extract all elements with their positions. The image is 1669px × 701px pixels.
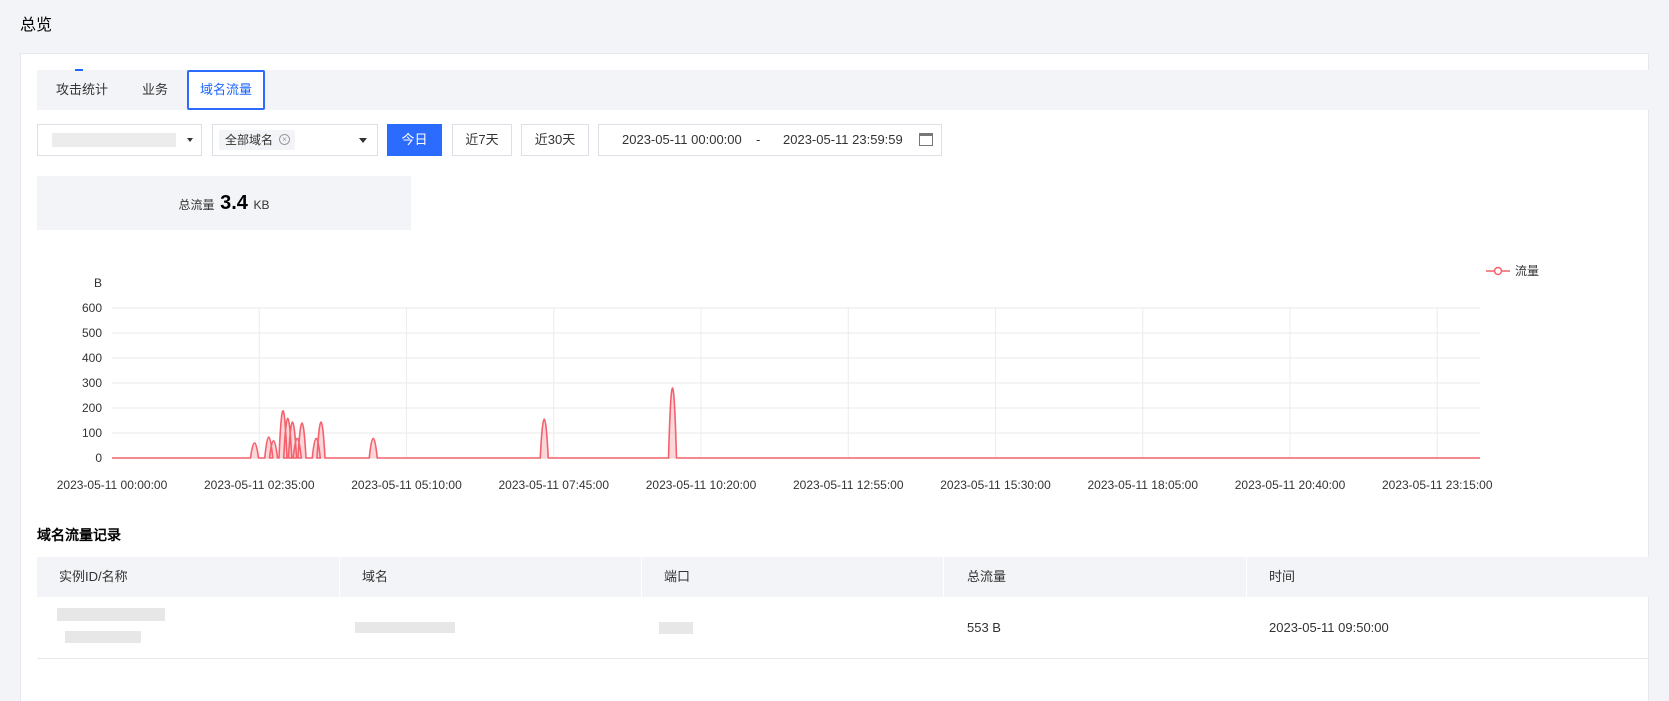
y-tick-label: 100 bbox=[82, 426, 102, 440]
y-axis-label: B bbox=[94, 276, 102, 290]
row-time: 2023-05-11 09:50:00 bbox=[1269, 597, 1389, 659]
date-start[interactable]: 2023-05-11 00:00:00 bbox=[622, 125, 742, 155]
main-card: 攻击统计 业务 域名流量 全部域名 × 今日 近7天 近30天 2023-05-… bbox=[20, 53, 1649, 701]
row-traffic: 553 B bbox=[967, 597, 1001, 659]
records-title: 域名流量记录 bbox=[37, 525, 121, 545]
col-divider bbox=[943, 557, 944, 597]
filter-bar: 全部域名 × 今日 近7天 近30天 2023-05-11 00:00:00 -… bbox=[37, 124, 1237, 156]
last-30-days-button[interactable]: 近30天 bbox=[521, 124, 589, 156]
last-7-days-button[interactable]: 近7天 bbox=[452, 124, 512, 156]
y-tick-label: 400 bbox=[82, 351, 102, 365]
x-tick-label: 2023-05-11 02:35:00 bbox=[204, 478, 315, 492]
summary-label: 总流量 bbox=[178, 198, 214, 212]
y-tick-label: 0 bbox=[95, 451, 102, 465]
y-tick-label: 600 bbox=[82, 301, 102, 315]
summary-unit: KB bbox=[254, 198, 270, 212]
series-line bbox=[112, 388, 1480, 458]
blurred-instance-id bbox=[57, 608, 165, 621]
blurred-instance bbox=[52, 133, 176, 147]
legend-marker bbox=[1495, 268, 1502, 275]
summary-value: 3.4 bbox=[220, 192, 248, 214]
page-title: 总览 bbox=[20, 11, 52, 35]
x-tick-label: 2023-05-11 00:00:00 bbox=[57, 478, 168, 492]
traffic-chart: 0 100 200 300 400 500 600 B 2023-05-11 00:00:00 2… bbox=[21, 249, 1650, 509]
col-instance: 实例ID/名称 bbox=[59, 557, 128, 597]
tab-attack-stats[interactable]: 攻击统计 bbox=[56, 70, 108, 110]
tab-domain-traffic[interactable]: 域名流量 bbox=[187, 70, 265, 110]
legend-label: 流量 bbox=[1515, 264, 1539, 278]
col-divider bbox=[1246, 557, 1247, 597]
col-traffic: 总流量 bbox=[967, 557, 1006, 597]
today-button[interactable]: 今日 bbox=[387, 124, 442, 156]
date-range-picker[interactable]: 2023-05-11 00:00:00 - 2023-05-11 23:59:5… bbox=[598, 124, 942, 156]
y-tick-label: 300 bbox=[82, 376, 102, 390]
col-time: 时间 bbox=[1269, 557, 1295, 597]
x-tick-label: 2023-05-11 12:55:00 bbox=[793, 478, 904, 492]
date-end[interactable]: 2023-05-11 23:59:59 bbox=[783, 125, 903, 155]
x-tick-label: 2023-05-11 20:40:00 bbox=[1235, 478, 1346, 492]
x-tick-label: 2023-05-11 15:30:00 bbox=[940, 478, 1051, 492]
x-tick-label: 2023-05-11 05:10:00 bbox=[351, 478, 462, 492]
table-header: 实例ID/名称 域名 端口 总流量 时间 bbox=[37, 557, 1649, 597]
x-tick-label: 2023-05-11 07:45:00 bbox=[498, 478, 609, 492]
x-tick-label: 2023-05-11 10:20:00 bbox=[646, 478, 757, 492]
total-traffic-summary: 总流量 3.4 KB bbox=[37, 176, 411, 230]
blurred-instance-name bbox=[65, 631, 141, 643]
date-separator: - bbox=[756, 125, 760, 155]
col-port: 端口 bbox=[664, 557, 690, 597]
x-tick-label: 2023-05-11 18:05:00 bbox=[1087, 478, 1198, 492]
y-tick-label: 500 bbox=[82, 326, 102, 340]
tab-bar: 攻击统计 业务 域名流量 bbox=[37, 70, 1649, 110]
blurred-domain bbox=[355, 622, 455, 633]
calendar-icon[interactable] bbox=[919, 133, 933, 146]
chevron-down-icon bbox=[359, 138, 367, 143]
chevron-down-icon bbox=[187, 138, 193, 142]
x-tick-label: 2023-05-11 23:15:00 bbox=[1382, 478, 1493, 492]
tab-business[interactable]: 业务 bbox=[142, 70, 168, 110]
col-divider bbox=[641, 557, 642, 597]
instance-select[interactable] bbox=[37, 124, 202, 156]
col-divider bbox=[339, 557, 340, 597]
table-row: 553 B 2023-05-11 09:50:00 bbox=[37, 597, 1649, 659]
domain-chip-label: 全部域名 bbox=[225, 133, 273, 147]
col-domain: 域名 bbox=[362, 557, 388, 597]
domain-chip: 全部域名 × bbox=[219, 130, 295, 150]
y-tick-label: 200 bbox=[82, 401, 102, 415]
domain-select[interactable]: 全部域名 × bbox=[212, 124, 378, 156]
close-icon[interactable]: × bbox=[279, 134, 290, 145]
blurred-port bbox=[659, 622, 693, 634]
